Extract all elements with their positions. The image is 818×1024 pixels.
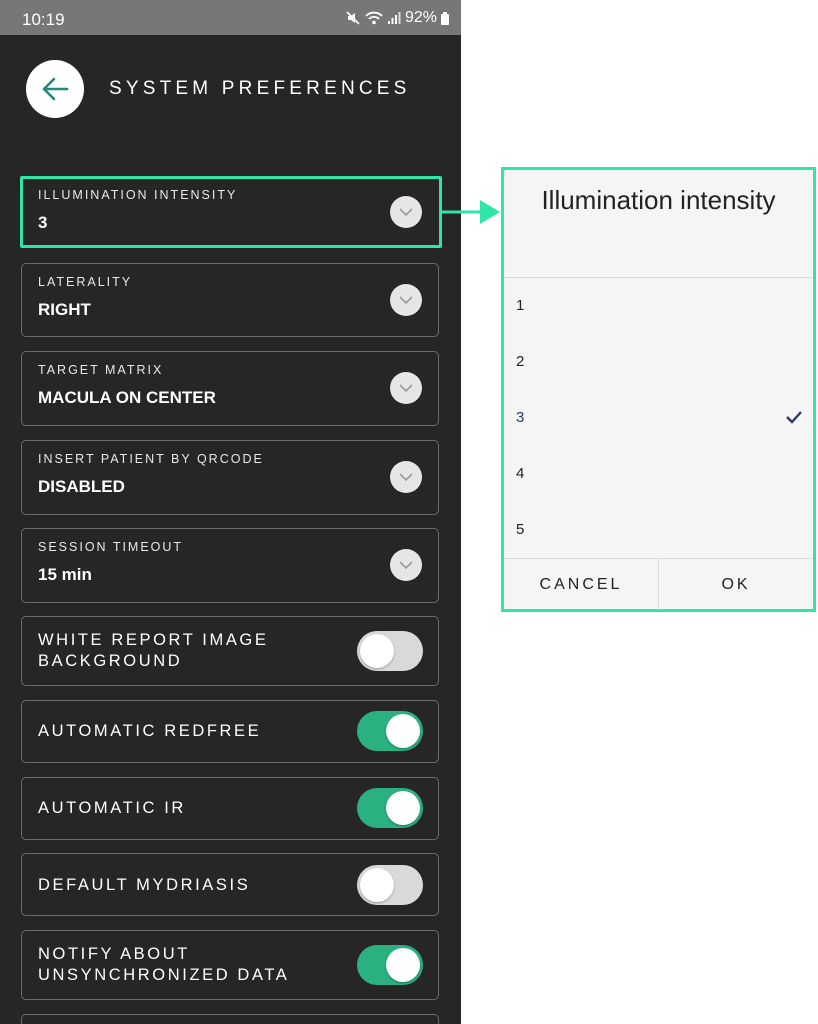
option-5[interactable]: 5: [504, 502, 813, 558]
option-label: 3: [516, 409, 525, 426]
white-report-background-setting: WHITE REPORT IMAGE BACKGROUND: [21, 616, 439, 686]
toggle-knob: [386, 791, 420, 825]
wifi-icon: [365, 10, 383, 26]
status-bar: 10:19 92%: [0, 0, 461, 35]
toggle-label: WHITE REPORT IMAGE BACKGROUND: [38, 630, 268, 672]
chevron-down-icon[interactable]: [390, 549, 422, 581]
automatic-redfree-setting: AUTOMATIC REDFREE: [21, 700, 439, 763]
default-mydriasis-toggle[interactable]: [357, 865, 423, 905]
battery-level: 92%: [404, 9, 437, 26]
illumination-intensity-dialog: Illumination intensity 1 2 3 4 5 CANCEL …: [501, 167, 816, 612]
default-mydriasis-setting: DEFAULT MYDRIASIS: [21, 853, 439, 916]
arrow-left-icon: [42, 77, 69, 101]
ok-button[interactable]: OK: [659, 559, 813, 610]
toggle-label: DEFAULT MYDRIASIS: [38, 876, 251, 894]
toggle-label: NOTIFY ABOUT UNSYNCHRONIZED DATA: [38, 944, 289, 986]
option-2[interactable]: 2: [504, 334, 813, 390]
battery-icon: [441, 11, 449, 25]
toggle-knob: [360, 634, 394, 668]
chevron-down-icon[interactable]: [390, 196, 422, 228]
back-button[interactable]: [26, 60, 84, 118]
laterality-select[interactable]: LATERALITY RIGHT: [21, 263, 439, 337]
select-value: 15 min: [38, 565, 92, 584]
option-label: 5: [516, 521, 525, 538]
option-4[interactable]: 4: [504, 446, 813, 502]
automatic-ir-toggle[interactable]: [357, 788, 423, 828]
status-time: 10:19: [22, 10, 65, 29]
select-label: TARGET MATRIX: [38, 363, 164, 377]
checkmark-icon: [786, 411, 802, 424]
white-report-background-toggle[interactable]: [357, 631, 423, 671]
phone-screen: 10:19 92% SYSTEM PREFERENCES ILLUMINATIO…: [0, 0, 461, 1024]
status-icons: 92%: [345, 9, 449, 27]
select-value: 3: [38, 213, 48, 232]
insert-patient-by-qrcode-select[interactable]: INSERT PATIENT BY QRCODE DISABLED: [21, 440, 439, 515]
select-label: ILLUMINATION INTENSITY: [38, 188, 238, 202]
toggle-label-line2: BACKGROUND: [38, 652, 183, 670]
notify-unsynchronized-toggle[interactable]: [357, 945, 423, 985]
select-label: INSERT PATIENT BY QRCODE: [38, 452, 264, 466]
illumination-intensity-select[interactable]: ILLUMINATION INTENSITY 3: [20, 176, 442, 248]
automatic-ir-setting: AUTOMATIC IR: [21, 777, 439, 840]
toggle-label-line2: UNSYNCHRONIZED DATA: [38, 966, 290, 984]
select-value: DISABLED: [38, 477, 125, 496]
signal-icon: [387, 11, 401, 25]
mute-icon: [345, 10, 361, 26]
page-title: SYSTEM PREFERENCES: [109, 78, 411, 99]
toggle-knob: [360, 868, 394, 902]
option-1[interactable]: 1: [504, 278, 813, 334]
select-label: LATERALITY: [38, 275, 133, 289]
toggle-knob: [386, 948, 420, 982]
select-value: MACULA ON CENTER: [38, 388, 216, 407]
toggle-label: AUTOMATIC REDFREE: [38, 722, 262, 740]
option-3[interactable]: 3: [504, 390, 813, 446]
notify-unsynchronized-setting: NOTIFY ABOUT UNSYNCHRONIZED DATA: [21, 930, 439, 1000]
select-value: RIGHT: [38, 300, 91, 319]
dialog-title: Illumination intensity: [541, 185, 776, 215]
cancel-button[interactable]: CANCEL: [504, 559, 658, 610]
next-setting-card: [21, 1014, 439, 1024]
target-matrix-select[interactable]: TARGET MATRIX MACULA ON CENTER: [21, 351, 439, 426]
toggle-label-line1: WHITE REPORT IMAGE: [38, 631, 269, 649]
option-label: 4: [516, 465, 525, 482]
chevron-down-icon[interactable]: [390, 461, 422, 493]
option-label: 2: [516, 353, 525, 370]
select-label: SESSION TIMEOUT: [38, 540, 184, 554]
toggle-label: AUTOMATIC IR: [38, 799, 186, 817]
chevron-down-icon[interactable]: [390, 284, 422, 316]
toggle-knob: [386, 714, 420, 748]
option-label: 1: [516, 297, 525, 314]
chevron-down-icon[interactable]: [390, 372, 422, 404]
automatic-redfree-toggle[interactable]: [357, 711, 423, 751]
callout-arrow-icon: [442, 200, 500, 224]
toggle-label-line1: NOTIFY ABOUT: [38, 945, 190, 963]
session-timeout-select[interactable]: SESSION TIMEOUT 15 min: [21, 528, 439, 603]
